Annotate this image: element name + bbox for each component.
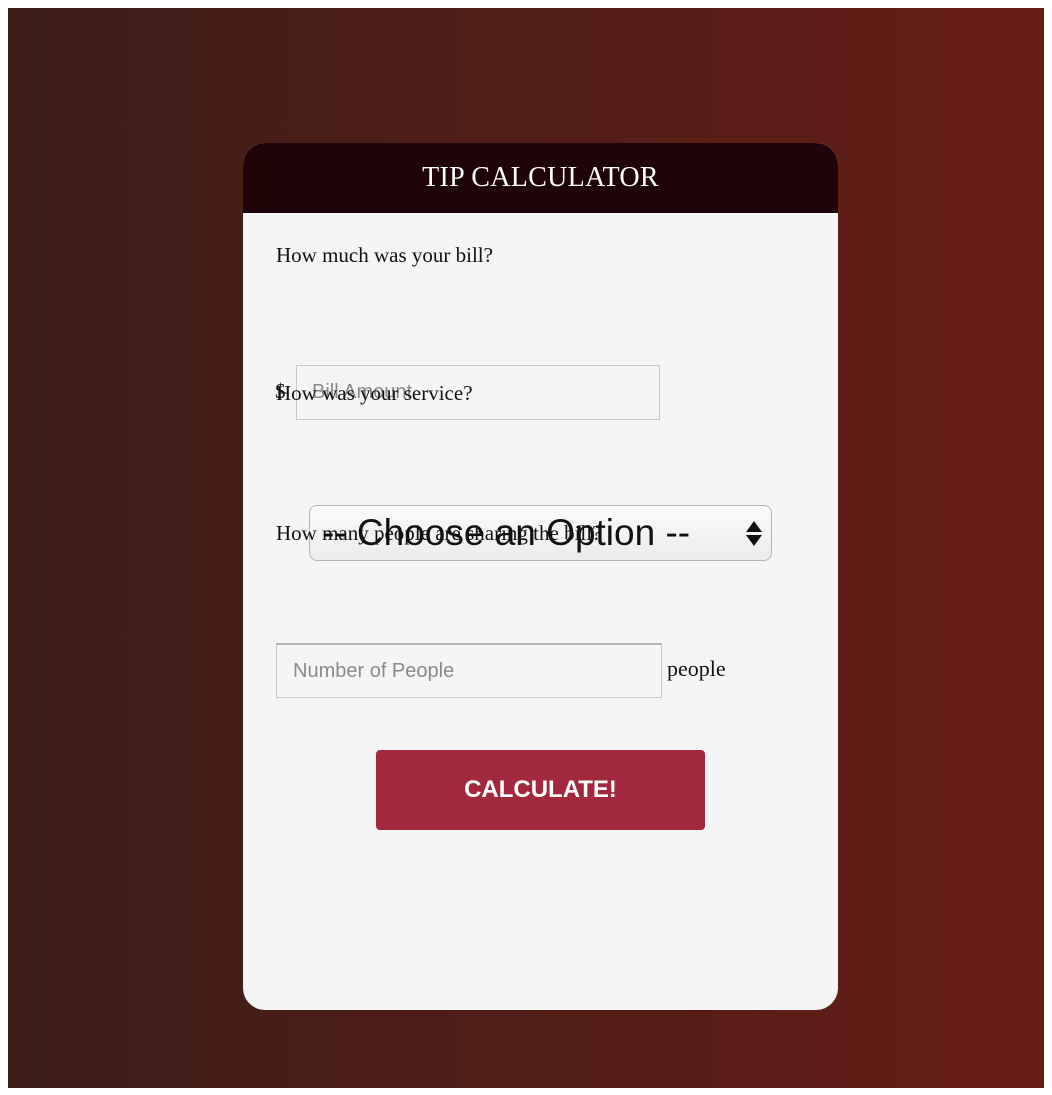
people-suffix-label: people xyxy=(667,656,726,681)
page-title: TIP CALCULATOR xyxy=(422,162,659,193)
tip-calculator-card: TIP CALCULATOR How much was your bill? $… xyxy=(243,143,838,1010)
service-question-label: How was your service? xyxy=(276,381,473,405)
updown-chevron-icon xyxy=(745,518,763,548)
page-background: TIP CALCULATOR How much was your bill? $… xyxy=(8,8,1044,1088)
card-header: TIP CALCULATOR xyxy=(243,143,838,213)
calculate-button[interactable]: CALCULATE! xyxy=(376,750,705,830)
number-of-people-input[interactable] xyxy=(276,643,662,698)
bill-question-label: How much was your bill? xyxy=(276,243,493,267)
people-question-label: How many people are sharing the bill? xyxy=(276,521,602,545)
